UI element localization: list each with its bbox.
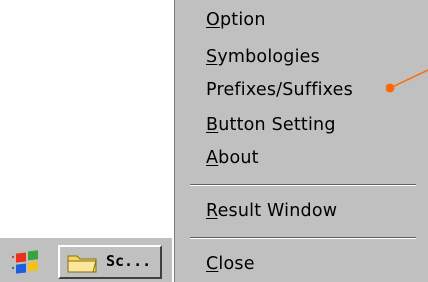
windows-flag-icon [12,250,38,274]
menu-item-label: utton Setting [218,115,336,135]
start-button[interactable] [6,246,50,276]
taskbar-app-label: Sc... [106,252,152,270]
mnemonic: C [206,254,219,274]
menu-item-label: ption [219,10,266,30]
menu-item-about[interactable]: About [206,144,259,172]
menu-item-symbologies[interactable]: Symbologies [206,43,320,71]
menu-item-button-setting[interactable]: Button Setting [206,111,336,139]
mnemonic: R [206,201,218,221]
menu-separator [190,237,416,239]
menu-separator [190,184,416,186]
menu-item-prefixes-suffixes[interactable]: Prefixes/Suffixes [206,76,353,104]
context-menu: Option Symbologies Prefixes/Suffixes But… [172,0,428,282]
mnemonic: S [206,47,218,67]
mnemonic: B [206,115,219,135]
mnemonic: A [206,148,219,168]
menu-item-label: esult Window [217,201,338,221]
menu-item-result-window[interactable]: Result Window [206,197,337,225]
menu-item-close[interactable]: Close [206,250,255,278]
menu-item-option[interactable]: Option [206,6,266,34]
callout-pointer [386,69,428,93]
taskbar-app-button[interactable]: Sc... [58,245,162,279]
menu-item-label: bout [218,148,259,168]
menu-item-label: ymbologies [217,47,320,67]
mnemonic: O [206,10,220,30]
menu-item-label: lose [218,254,255,274]
folder-icon [67,255,97,273]
taskbar: Sc... [0,236,172,282]
menu-item-label: Prefixes/Suffixes [206,80,353,100]
